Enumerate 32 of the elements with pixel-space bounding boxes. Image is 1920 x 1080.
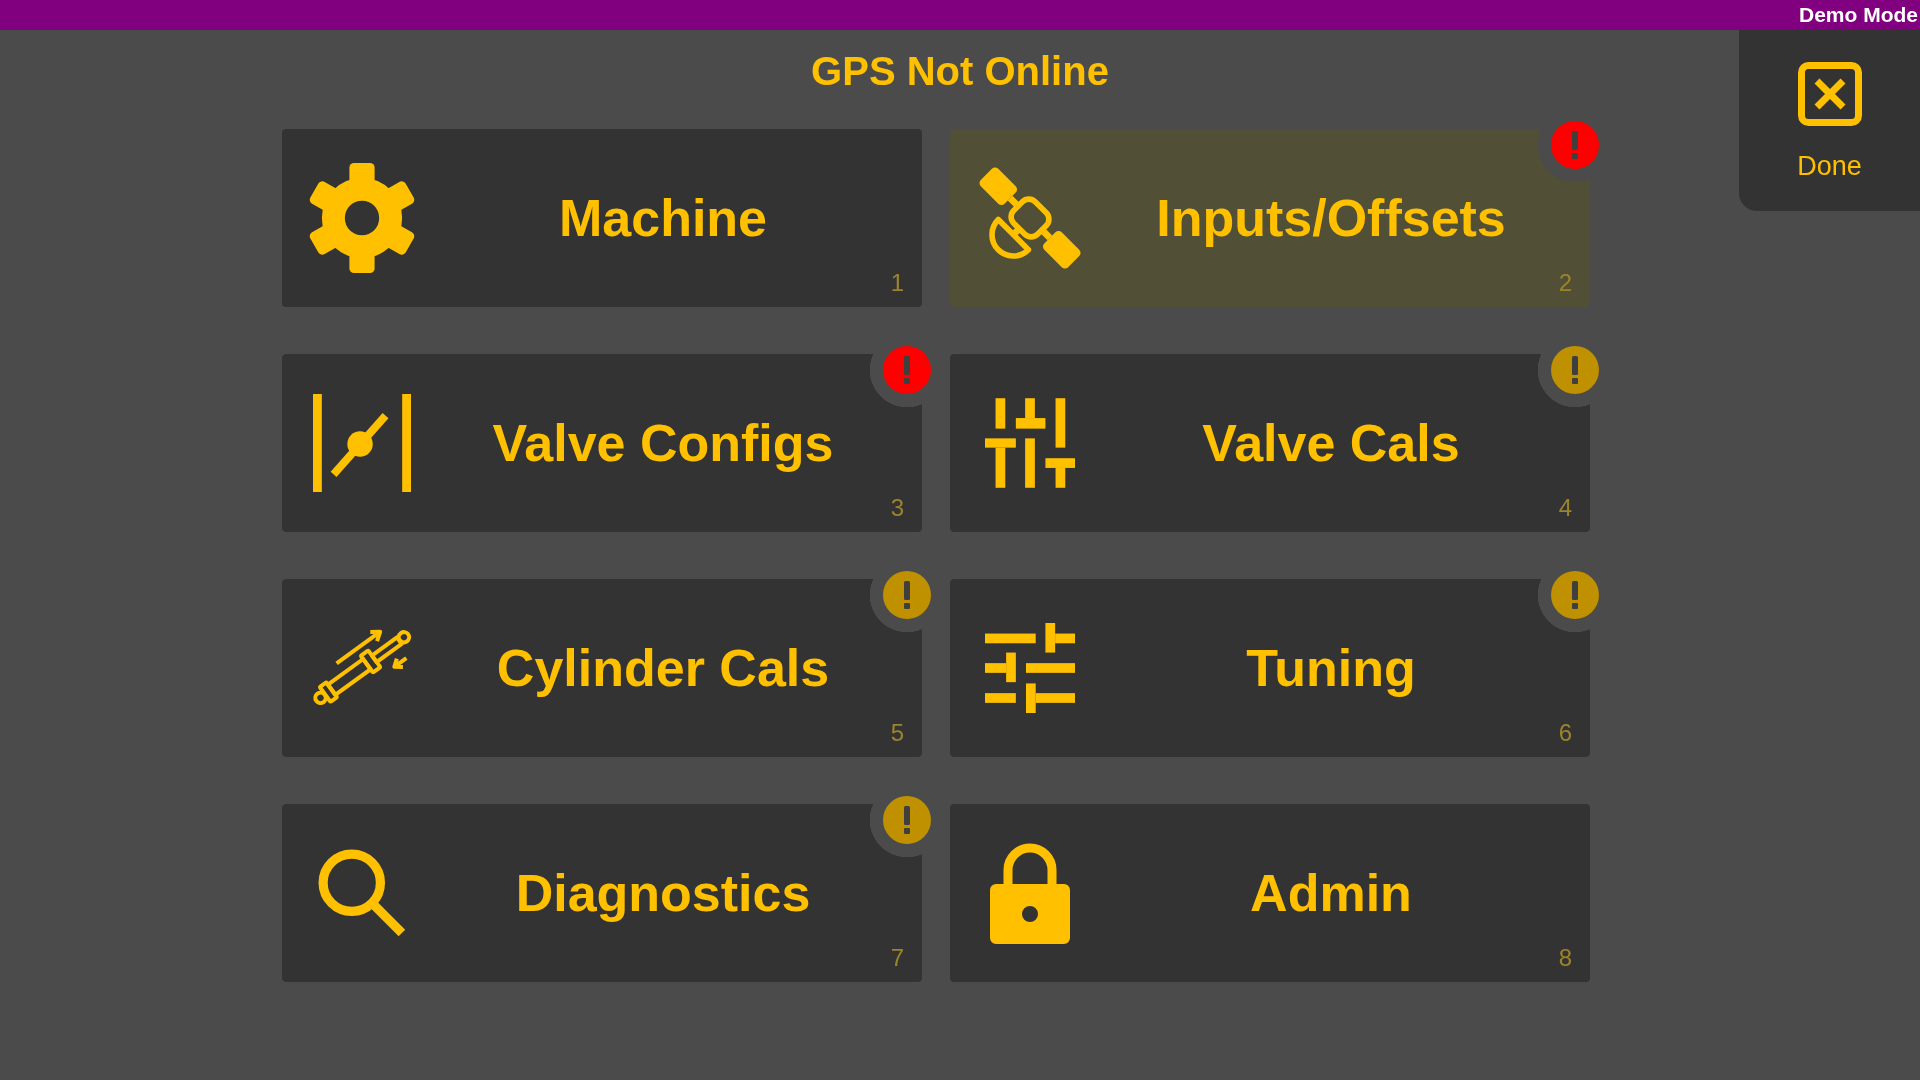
tile-number: 1	[890, 271, 904, 295]
alert-icon	[1551, 121, 1599, 169]
gear-icon	[307, 163, 417, 273]
alert-icon	[883, 346, 931, 394]
sliders-icon	[985, 398, 1075, 488]
sliders-icon	[985, 623, 1075, 713]
menu-tile[interactable]: Admin 8	[950, 804, 1590, 982]
page-title: GPS Not Online	[811, 52, 1109, 90]
tile-number: 5	[890, 721, 904, 745]
tile-number: 8	[1558, 946, 1572, 970]
tile-number: 4	[1558, 496, 1572, 520]
search-icon	[318, 849, 406, 937]
tile-number: 2	[1558, 271, 1572, 295]
menu-tile[interactable]: Tuning 6	[950, 579, 1590, 757]
menu-tile[interactable]: Inputs/Offsets 2	[950, 129, 1590, 307]
alert-icon	[883, 796, 931, 844]
menu-tile[interactable]: Valve Configs 3	[282, 354, 922, 532]
menu-tile[interactable]: Valve Cals 4	[950, 354, 1590, 532]
lock-icon	[990, 842, 1070, 944]
valve-icon	[313, 394, 411, 492]
alert-icon	[1551, 346, 1599, 394]
alert-icon	[883, 571, 931, 619]
menu-tile[interactable]: Machine 1	[282, 129, 922, 307]
mode-label: Demo Mode	[1799, 2, 1919, 28]
tile-number: 3	[890, 496, 904, 520]
close-icon	[1797, 62, 1862, 126]
alert-icon	[1551, 571, 1599, 619]
menu-tile[interactable]: Cylinder Cals 5	[282, 579, 922, 757]
done-button[interactable]: Done	[1739, 30, 1920, 211]
menu-tile[interactable]: Diagnostics 7	[282, 804, 922, 982]
tile-number: 7	[890, 946, 904, 970]
tile-number: 6	[1558, 721, 1572, 745]
